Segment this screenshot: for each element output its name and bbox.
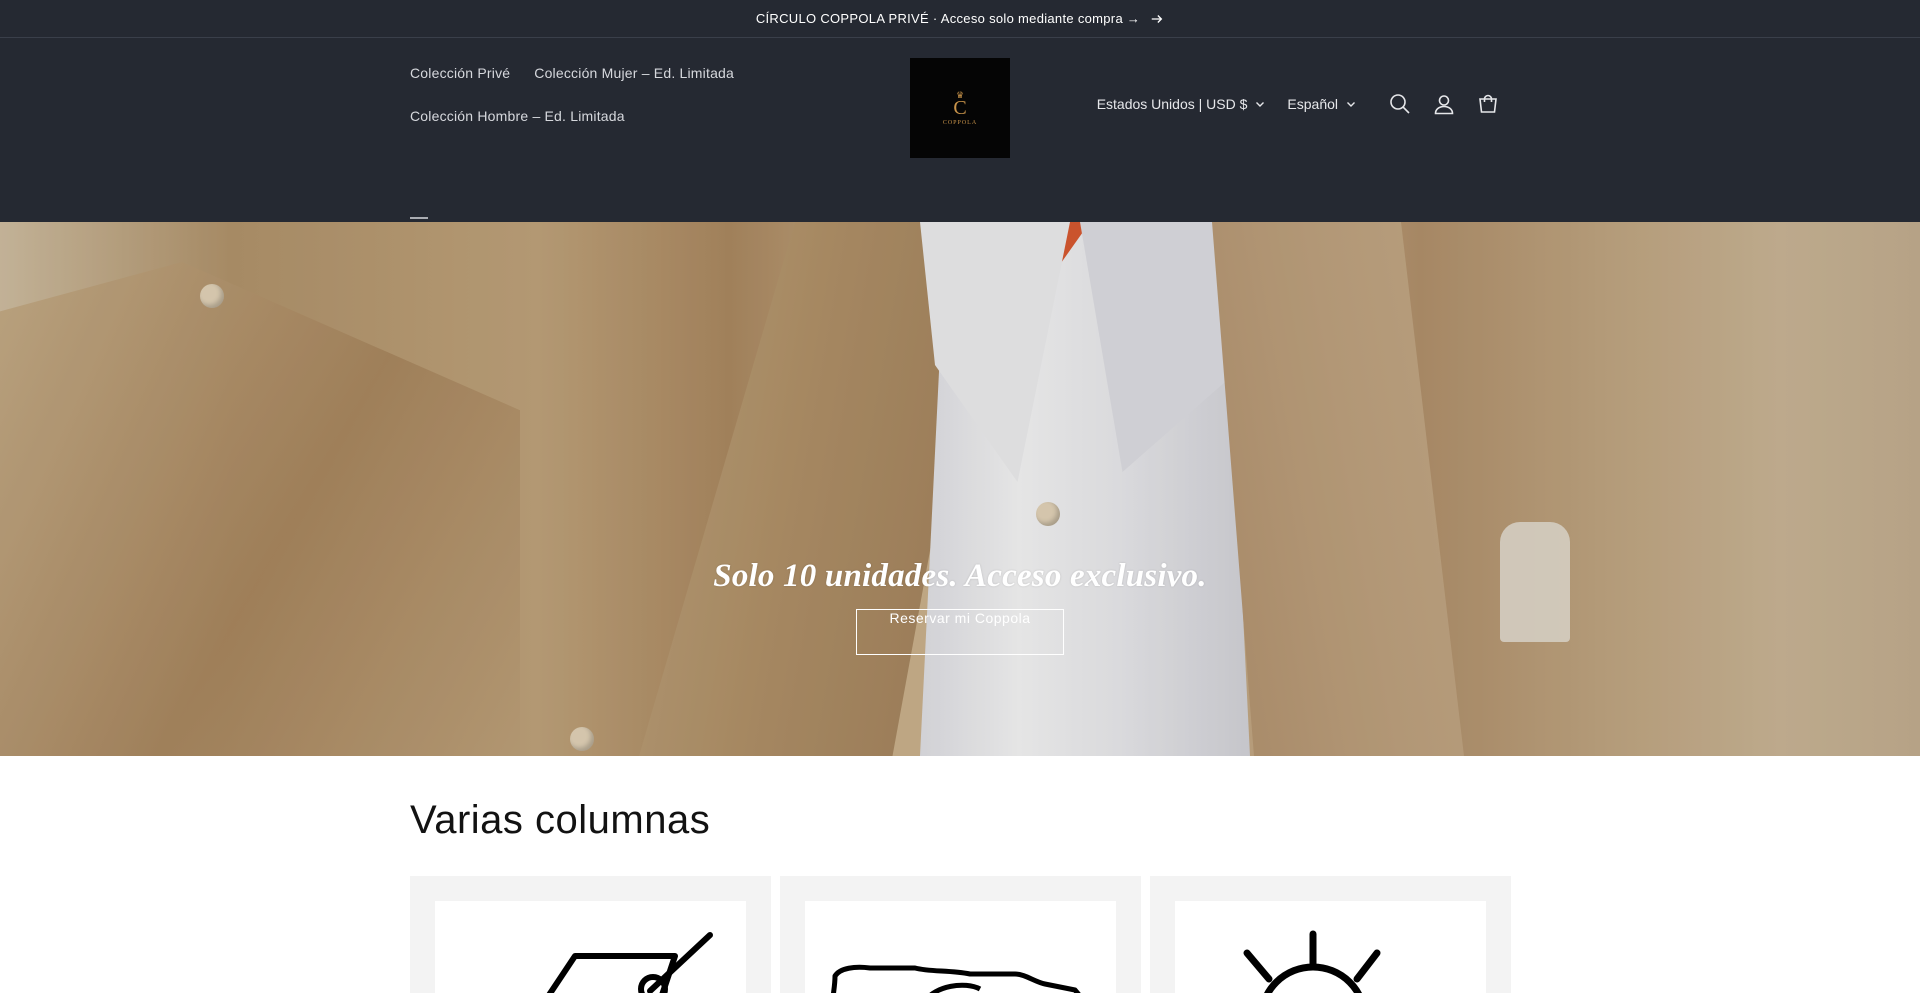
account-icon[interactable] — [1422, 82, 1466, 126]
chevron-down-icon — [1347, 102, 1355, 107]
hero-overlay — [0, 222, 1920, 756]
nav-item-coleccion-prive[interactable]: Colección Privé — [410, 62, 510, 84]
search-icon[interactable] — [1378, 82, 1422, 126]
multicolumn-section: Varias columnas — [0, 756, 1920, 993]
columns-grid — [410, 876, 1920, 993]
hero-content: Solo 10 unidades. Acceso exclusivo. Rese… — [0, 558, 1920, 655]
language-selector-label: Español — [1287, 96, 1338, 112]
site-logo[interactable]: ♛ C COPPOLA — [910, 58, 1010, 158]
hero-title: Solo 10 unidades. Acceso exclusivo. — [713, 558, 1207, 594]
reserve-button[interactable]: Reservar mi Coppola — [856, 609, 1064, 655]
chevron-down-icon — [1256, 102, 1265, 107]
arrow-right-icon — [1151, 14, 1163, 23]
nav-item-coleccion-hombre[interactable]: Colección Hombre – Ed. Limitada — [410, 105, 625, 127]
announcement-bar[interactable]: CÍRCULO COPPOLA PRIVÉ · Acceso solo medi… — [0, 0, 1920, 38]
main-nav: Colección Privé Colección Mujer – Ed. Li… — [410, 62, 770, 127]
logo-mark: C — [953, 96, 967, 119]
site-header: Colección Privé Colección Mujer – Ed. Li… — [0, 38, 1920, 233]
section-heading: Varias columnas — [410, 798, 711, 842]
nav-item-coleccion-mujer[interactable]: Colección Mujer – Ed. Limitada — [534, 62, 734, 84]
announcement-text[interactable]: CÍRCULO COPPOLA PRIVÉ · Acceso solo medi… — [756, 11, 1140, 26]
column-card — [410, 876, 771, 993]
price-tag-icon — [435, 901, 746, 993]
cart-icon[interactable] — [1466, 82, 1510, 126]
language-selector[interactable]: Español — [1287, 96, 1356, 112]
map-icon — [805, 901, 1116, 993]
country-selector[interactable]: Estados Unidos | USD $ — [1097, 96, 1266, 112]
country-selector-label: Estados Unidos | USD $ — [1096, 96, 1248, 112]
column-card — [780, 876, 1141, 993]
header-tools: Estados Unidos | USD $ Español — [1097, 89, 1510, 119]
hero-banner: Solo 10 unidades. Acceso exclusivo. Rese… — [0, 222, 1920, 756]
column-card — [1150, 876, 1511, 993]
logo-name: COPPOLA — [942, 119, 978, 126]
sun-icon — [1175, 901, 1486, 993]
